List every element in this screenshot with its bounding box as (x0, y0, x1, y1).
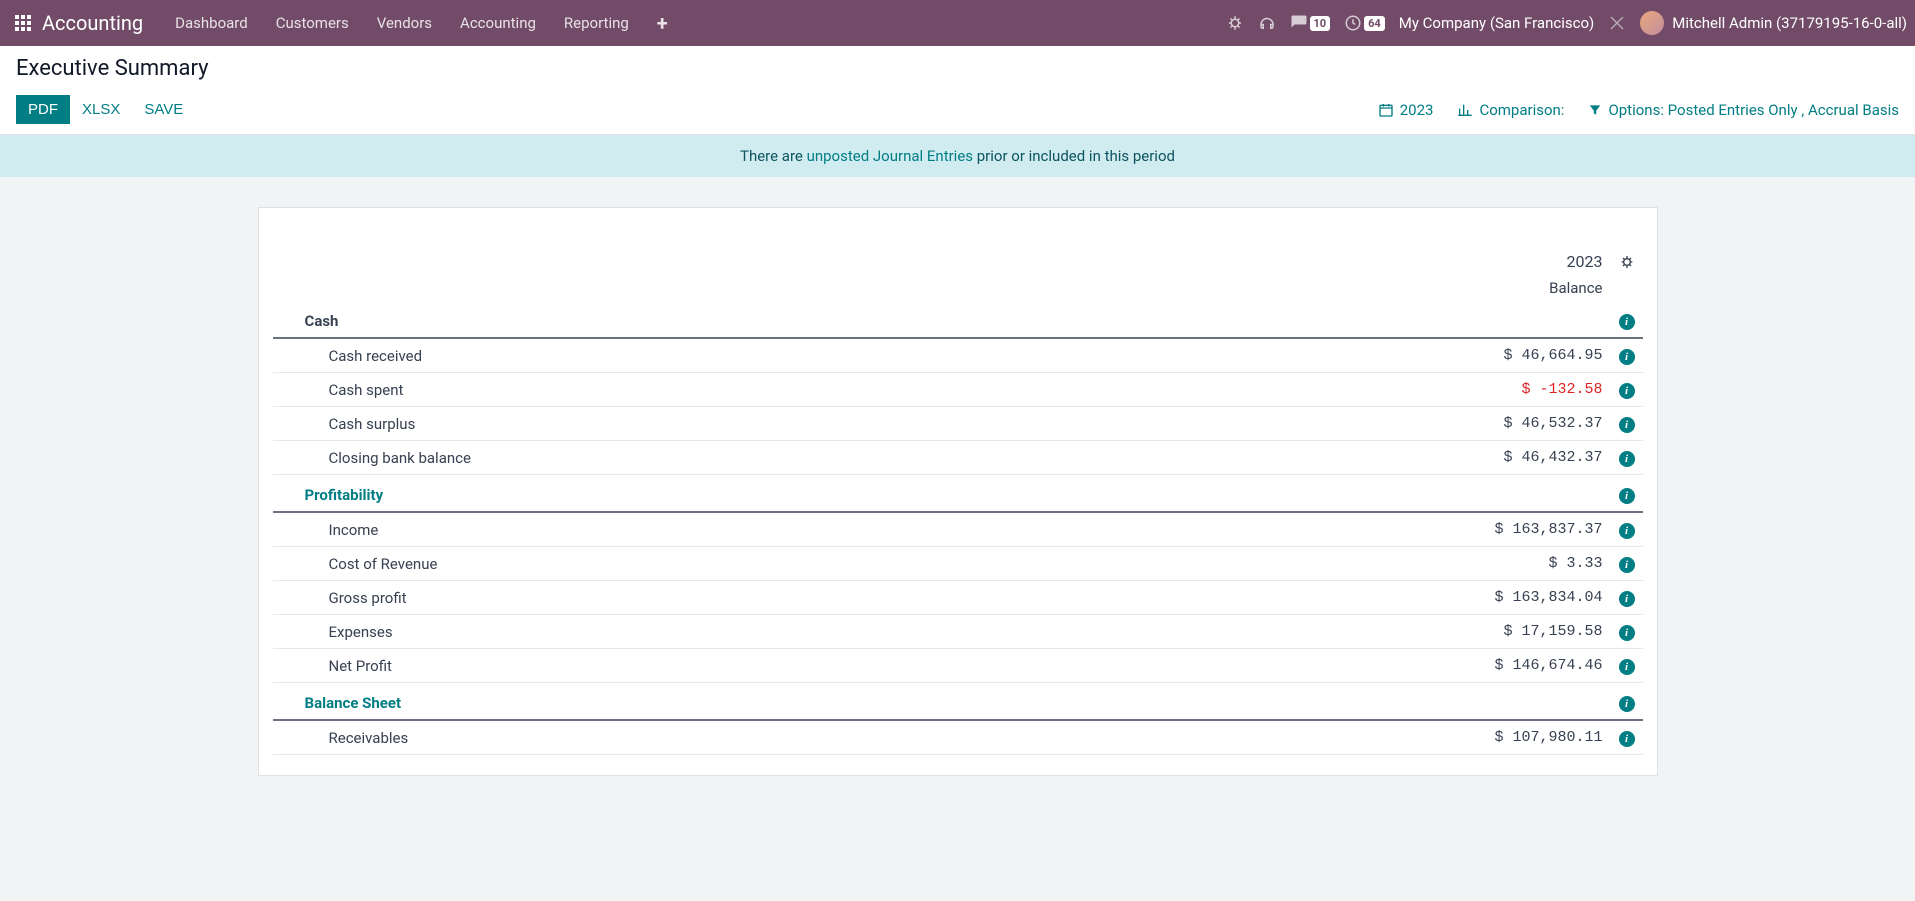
top-navbar: Accounting Dashboard Customers Vendors A… (0, 0, 1915, 46)
navbar-right: 10 64 My Company (San Francisco) Mitchel… (1226, 11, 1908, 35)
menu-new-icon[interactable]: + (643, 0, 682, 46)
xlsx-button[interactable]: XLSX (70, 95, 132, 124)
info-icon[interactable]: i (1619, 591, 1635, 607)
tools-icon[interactable] (1608, 14, 1626, 32)
info-icon[interactable]: i (1619, 557, 1635, 573)
activities-badge: 64 (1364, 16, 1385, 31)
report-line: Net Profit$ 146,674.46 i (273, 649, 1643, 683)
line-value: $ 46,432.37 (1108, 441, 1610, 475)
line-value: $ 17,159.58 (1108, 615, 1610, 649)
comparison-filter[interactable]: Comparison: (1457, 101, 1564, 119)
section-row: Cash i (273, 301, 1643, 338)
line-label: Cash surplus (273, 407, 1109, 441)
info-icon[interactable]: i (1619, 349, 1635, 365)
col-balance: Balance (1108, 275, 1610, 301)
line-label: Expenses (273, 615, 1109, 649)
info-icon[interactable]: i (1619, 314, 1635, 330)
line-label: Receivables (273, 720, 1109, 755)
pdf-button[interactable]: PDF (16, 95, 70, 124)
filter-icon (1588, 103, 1602, 117)
info-icon[interactable]: i (1619, 417, 1635, 433)
report-line: Cost of Revenue$ 3.33 i (273, 547, 1643, 581)
menu-dashboard[interactable]: Dashboard (161, 0, 262, 46)
alert-prefix: There are (740, 147, 807, 165)
debug-icon[interactable] (1226, 14, 1244, 32)
line-value: $ 3.33 (1108, 547, 1610, 581)
section-row[interactable]: Balance Sheet i (273, 683, 1643, 721)
options-label: Options: Posted Entries Only , Accrual B… (1608, 101, 1899, 119)
info-icon[interactable]: i (1619, 659, 1635, 675)
report-table: 2023 Balance CashiCash received$ 46,664.… (273, 248, 1643, 755)
info-icon[interactable]: i (1619, 451, 1635, 467)
date-filter[interactable]: 2023 (1378, 101, 1434, 119)
report-line: Cash spent$ -132.58 i (273, 373, 1643, 407)
line-label: Closing bank balance (273, 441, 1109, 475)
line-value: $ 163,837.37 (1108, 512, 1610, 547)
section-title: Profitability (273, 475, 1109, 513)
line-value: $ 46,664.95 (1108, 338, 1610, 373)
comparison-label: Comparison: (1479, 101, 1564, 119)
info-icon[interactable]: i (1619, 696, 1635, 712)
line-label: Cost of Revenue (273, 547, 1109, 581)
support-icon[interactable] (1258, 14, 1276, 32)
col-year: 2023 (1108, 248, 1610, 275)
menu-vendors[interactable]: Vendors (363, 0, 446, 46)
report-container: 2023 Balance CashiCash received$ 46,664.… (258, 207, 1658, 776)
info-icon[interactable]: i (1619, 625, 1635, 641)
menu-reporting[interactable]: Reporting (550, 0, 643, 46)
activities-icon[interactable]: 64 (1344, 14, 1385, 32)
line-label: Income (273, 512, 1109, 547)
section-title: Cash (273, 301, 1109, 338)
line-label: Net Profit (273, 649, 1109, 683)
line-value: $ 107,980.11 (1108, 720, 1610, 755)
bar-chart-icon (1457, 102, 1473, 118)
company-selector[interactable]: My Company (San Francisco) (1399, 14, 1594, 32)
user-menu[interactable]: Mitchell Admin (37179195-16-0-all) (1640, 11, 1907, 35)
report-line: Cash received$ 46,664.95 i (273, 338, 1643, 373)
section-title: Balance Sheet (273, 683, 1109, 721)
line-value: $ 146,674.46 (1108, 649, 1610, 683)
info-icon[interactable]: i (1619, 383, 1635, 399)
line-value: $ 163,834.04 (1108, 581, 1610, 615)
line-label: Cash spent (273, 373, 1109, 407)
menu-customers[interactable]: Customers (262, 0, 363, 46)
messages-badge: 10 (1310, 16, 1331, 31)
section-row[interactable]: Profitability i (273, 475, 1643, 513)
line-label: Gross profit (273, 581, 1109, 615)
avatar (1640, 11, 1664, 35)
debug-column-icon[interactable] (1619, 254, 1635, 270)
line-value: $ -132.58 (1108, 373, 1610, 407)
user-name: Mitchell Admin (37179195-16-0-all) (1672, 14, 1907, 32)
report-line: Cash surplus$ 46,532.37 i (273, 407, 1643, 441)
info-icon[interactable]: i (1619, 731, 1635, 747)
page-title: Executive Summary (16, 56, 1899, 81)
unposted-alert: There are unposted Journal Entries prior… (0, 135, 1915, 177)
app-name[interactable]: Accounting (42, 11, 143, 35)
line-value: $ 46,532.37 (1108, 407, 1610, 441)
date-filter-label: 2023 (1400, 101, 1434, 119)
apps-icon[interactable] (8, 15, 38, 31)
line-label: Cash received (273, 338, 1109, 373)
calendar-icon (1378, 102, 1394, 118)
export-buttons: PDF XLSX SAVE (16, 95, 195, 124)
alert-suffix: prior or included in this period (973, 147, 1175, 165)
menu-accounting[interactable]: Accounting (446, 0, 550, 46)
report-line: Gross profit$ 163,834.04 i (273, 581, 1643, 615)
save-button[interactable]: SAVE (132, 95, 195, 124)
info-icon[interactable]: i (1619, 523, 1635, 539)
report-line: Receivables$ 107,980.11 i (273, 720, 1643, 755)
options-filter[interactable]: Options: Posted Entries Only , Accrual B… (1588, 101, 1899, 119)
control-panel: Executive Summary PDF XLSX SAVE 2023 Com… (0, 46, 1915, 135)
info-icon[interactable]: i (1619, 488, 1635, 504)
main-menu: Dashboard Customers Vendors Accounting R… (161, 0, 682, 46)
report-line: Expenses$ 17,159.58 i (273, 615, 1643, 649)
messages-icon[interactable]: 10 (1290, 14, 1331, 32)
report-line: Closing bank balance$ 46,432.37 i (273, 441, 1643, 475)
unposted-link[interactable]: unposted Journal Entries (807, 147, 973, 165)
report-filters: 2023 Comparison: Options: Posted Entries… (1378, 101, 1899, 119)
report-line: Income$ 163,837.37 i (273, 512, 1643, 547)
